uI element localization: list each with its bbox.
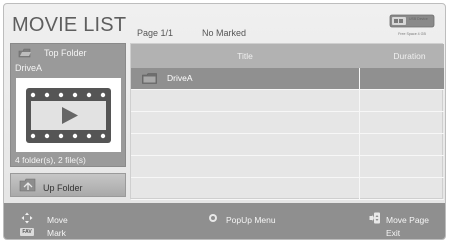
marked-status: No Marked	[202, 28, 247, 38]
page-title: MOVIE LIST	[12, 14, 127, 36]
top-folder-icon	[18, 48, 31, 58]
table-row[interactable]: DriveA	[131, 68, 444, 90]
footer-help-bar: Move PopUp Menu Move Page FAV Mark Exit	[4, 203, 445, 239]
current-folder-label: DriveA	[15, 63, 43, 73]
move-hint: Move	[47, 215, 68, 225]
column-title-header: Title	[237, 51, 253, 61]
up-folder-button[interactable]: Up Folder	[10, 173, 126, 197]
usb-device-indicator: USB Device Free Space 4 GB	[387, 13, 437, 39]
exit-hint: Exit	[386, 228, 401, 238]
column-divider	[359, 134, 360, 156]
up-folder-label: Up Folder	[43, 183, 83, 193]
arrow-keys-icon	[21, 212, 33, 224]
fav-key-icon: FAV	[20, 228, 34, 236]
column-divider	[359, 178, 360, 200]
column-divider	[359, 90, 360, 112]
movie-list-table: Title Duration DriveA	[130, 43, 444, 200]
movie-list-screen: MOVIE LIST Page 1/1 No Marked USB Device…	[3, 3, 446, 240]
top-folder-button[interactable]: Top Folder	[11, 47, 127, 61]
table-row[interactable]	[131, 134, 444, 156]
table-row[interactable]	[131, 90, 444, 112]
folder-file-count: 4 folder(s), 2 file(s)	[15, 155, 86, 165]
top-folder-label: Top Folder	[44, 48, 87, 58]
mark-hint: Mark	[47, 228, 66, 238]
up-folder-icon	[19, 178, 36, 192]
usb-device-label: USB Device	[409, 17, 428, 21]
enter-dot-icon	[209, 214, 217, 222]
move-page-hint: Move Page	[386, 215, 429, 225]
column-duration-header: Duration	[393, 51, 426, 61]
folder-icon	[142, 73, 157, 84]
folder-thumbnail	[16, 78, 121, 152]
table-row[interactable]	[131, 156, 444, 178]
column-divider	[359, 112, 360, 134]
folder-info-panel: Top Folder DriveA 4 folder(s), 2 file(s)	[10, 43, 126, 167]
film-strip-icon	[26, 88, 111, 143]
table-row[interactable]	[131, 112, 444, 134]
page-indicator: Page 1/1	[137, 28, 174, 38]
free-space-label: Free Space 4 GB	[398, 32, 426, 36]
list-header: Title Duration	[131, 44, 444, 68]
column-divider	[359, 68, 360, 90]
page-key-icon	[369, 212, 380, 224]
popup-menu-hint: PopUp Menu	[226, 215, 276, 225]
row-title: DriveA	[167, 73, 193, 83]
column-divider	[359, 156, 360, 178]
table-row[interactable]	[131, 178, 444, 200]
